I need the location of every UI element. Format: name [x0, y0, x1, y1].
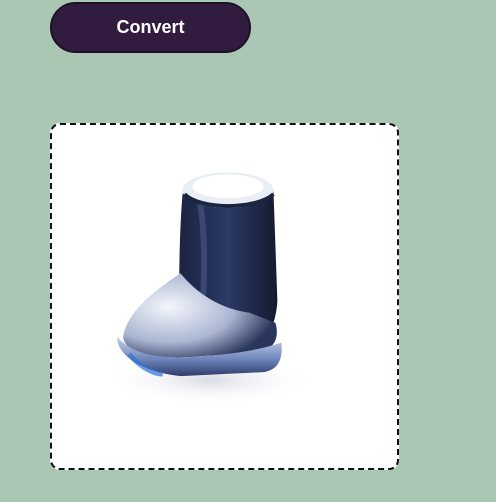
convert-button[interactable]: Convert	[50, 2, 251, 53]
boot-image	[101, 172, 319, 406]
image-drop-zone[interactable]	[50, 123, 399, 470]
